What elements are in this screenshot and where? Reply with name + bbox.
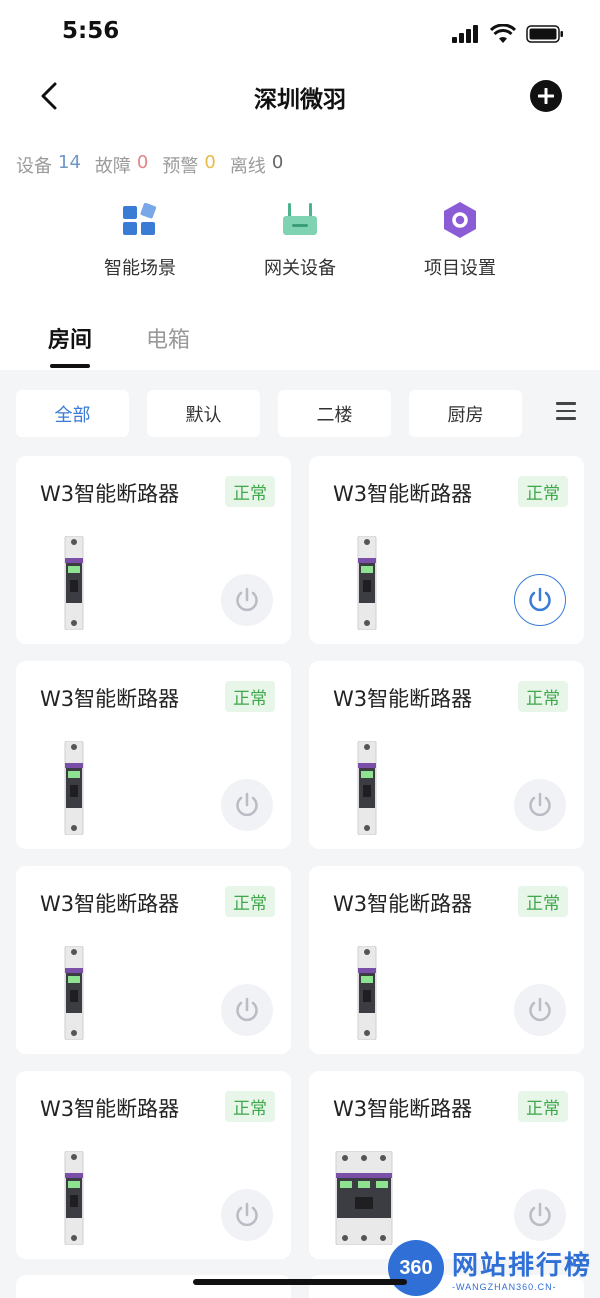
power-toggle-button[interactable] xyxy=(514,779,566,831)
status-badge: 正常 xyxy=(225,681,275,712)
device-name: W3智能断路器 xyxy=(333,1097,473,1121)
status-badge: 正常 xyxy=(225,1091,275,1122)
tab-electric-box[interactable]: 电箱 xyxy=(146,322,190,368)
faults-label: 故障 xyxy=(94,156,131,177)
power-icon xyxy=(236,1202,258,1227)
breaker-image xyxy=(357,945,377,1044)
device-card[interactable]: W3智能断路器 正常 xyxy=(309,1071,584,1259)
tab-bar: 房间 电箱 xyxy=(48,322,190,368)
plus-icon xyxy=(538,88,554,104)
filter-default[interactable]: 默认 xyxy=(147,390,260,437)
menu-icon[interactable] xyxy=(556,402,576,422)
device-card[interactable]: W3智能断路器 正常 xyxy=(16,866,291,1054)
status-icons xyxy=(452,24,564,43)
device-name: W3智能断路器 xyxy=(333,482,473,506)
status-badge: 正常 xyxy=(518,476,568,507)
watermark-badge: 360 xyxy=(388,1240,444,1296)
wifi-icon xyxy=(490,24,516,43)
device-card[interactable]: W3智能断路器 正常 xyxy=(16,456,291,644)
status-badge: 正常 xyxy=(518,1091,568,1122)
power-icon xyxy=(529,997,551,1022)
breaker-image xyxy=(64,1150,84,1249)
watermark-sub-text: -WANGZHAN360.CN- xyxy=(452,1281,557,1292)
filter-second-floor[interactable]: 二楼 xyxy=(278,390,391,437)
hexagon-settings-icon xyxy=(438,198,482,242)
power-icon xyxy=(236,587,258,612)
device-card[interactable]: W3智能断路器 正常 xyxy=(16,661,291,849)
faults-count: 0 xyxy=(136,152,149,173)
power-icon xyxy=(529,1202,551,1227)
status-badge: 正常 xyxy=(518,886,568,917)
device-card[interactable]: W3智能断路器 正常 xyxy=(309,866,584,1054)
power-toggle-button[interactable] xyxy=(221,984,273,1036)
scene-grid-icon xyxy=(118,198,162,242)
power-toggle-button[interactable] xyxy=(514,1189,566,1241)
add-button[interactable] xyxy=(530,80,562,112)
home-indicator[interactable] xyxy=(193,1279,407,1285)
power-icon xyxy=(529,587,551,612)
devices-label: 设备 xyxy=(16,156,52,177)
breaker-image xyxy=(64,740,84,839)
status-time: 5:56 xyxy=(62,18,120,44)
power-toggle-button[interactable] xyxy=(514,984,566,1036)
offline-count: 0 xyxy=(271,152,284,173)
device-name: W3智能断路器 xyxy=(40,1097,180,1121)
device-list-area: 全部 默认 二楼 厨房 W3智能断路器 正常 W3智能断路器 正常 W3智能断路器 正常 W… xyxy=(0,370,600,1298)
warnings-count: 0 xyxy=(204,152,216,173)
status-badge: 正常 xyxy=(225,886,275,917)
filter-kitchen[interactable]: 厨房 xyxy=(409,390,522,437)
watermark-main-text: 网站排行榜 xyxy=(452,1250,593,1281)
filter-all[interactable]: 全部 xyxy=(16,390,129,437)
power-toggle-button[interactable] xyxy=(514,574,566,626)
device-card[interactable]: W3智能断路器 正常 xyxy=(309,456,584,644)
offline-label: 离线 xyxy=(229,156,266,177)
devices-count: 14 xyxy=(58,152,81,173)
device-name: W3智能断路器 xyxy=(333,687,473,711)
breaker-image xyxy=(64,945,84,1044)
device-name: W3智能断路器 xyxy=(333,892,473,916)
status-badge: 正常 xyxy=(225,476,275,507)
status-bar: 5:56 xyxy=(0,0,600,66)
device-card[interactable]: W3智能断路器 正常 xyxy=(16,1071,291,1259)
cellular-signal-icon xyxy=(452,24,478,43)
power-toggle-button[interactable] xyxy=(221,574,273,626)
quick-action-label: 网关设备 xyxy=(264,258,336,279)
warnings-label: 预警 xyxy=(162,156,199,177)
power-icon xyxy=(236,792,258,817)
power-icon xyxy=(529,792,551,817)
power-toggle-button[interactable] xyxy=(221,1189,273,1241)
triple-breaker-image xyxy=(335,1150,393,1249)
room-filters: 全部 默认 二楼 厨房 xyxy=(16,390,522,437)
quick-action-gateway[interactable]: 网关设备 xyxy=(220,198,380,280)
device-grid: W3智能断路器 正常 W3智能断路器 正常 W3智能断路器 正常 W3智能断路器 正常 W3智能… xyxy=(16,456,584,1259)
battery-icon xyxy=(526,24,563,43)
device-card[interactable]: W3智能断路器 正常 xyxy=(309,661,584,849)
quick-action-label: 智能场景 xyxy=(104,258,176,279)
status-badge: 正常 xyxy=(518,681,568,712)
breaker-image xyxy=(357,535,377,634)
quick-action-project-settings[interactable]: 项目设置 xyxy=(380,198,540,280)
router-icon xyxy=(278,198,322,242)
nav-bar: 深圳微羽 xyxy=(0,70,600,122)
page-title: 深圳微羽 xyxy=(254,87,346,113)
breaker-image xyxy=(64,535,84,634)
quick-actions: 智能场景 网关设备 项目设置 xyxy=(60,198,540,280)
quick-action-label: 项目设置 xyxy=(424,258,496,279)
power-toggle-button[interactable] xyxy=(221,779,273,831)
quick-action-smart-scene[interactable]: 智能场景 xyxy=(60,198,220,280)
device-name: W3智能断路器 xyxy=(40,892,180,916)
power-icon xyxy=(236,997,258,1022)
device-name: W3智能断路器 xyxy=(40,687,180,711)
device-name: W3智能断路器 xyxy=(40,482,180,506)
watermark-logo: 360 网站排行榜 -WANGZHAN360.CN- xyxy=(388,1238,600,1298)
tab-room[interactable]: 房间 xyxy=(48,322,92,368)
breaker-image xyxy=(357,740,377,839)
device-stats: 设备 14 故障 0 预警 0 离线 0 xyxy=(16,152,291,178)
